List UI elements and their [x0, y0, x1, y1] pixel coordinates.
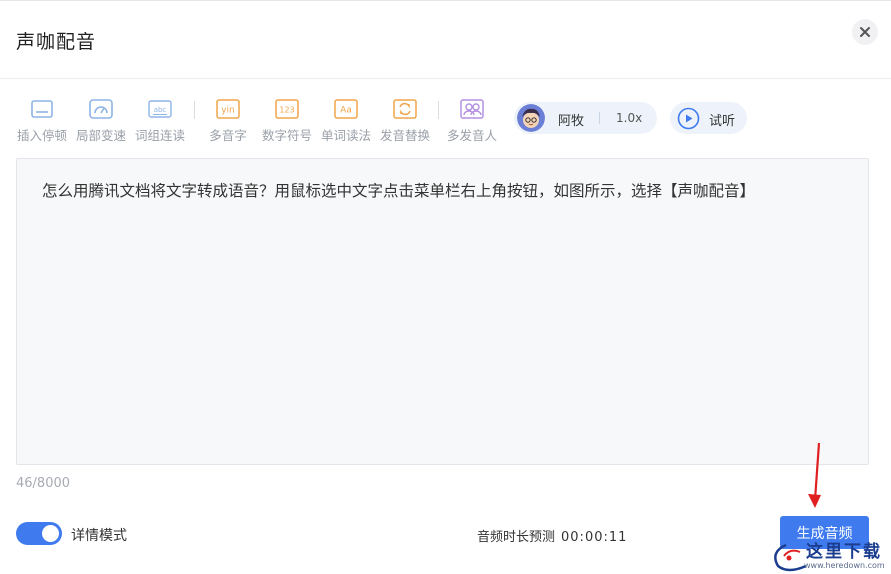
- svg-text:yin: yin: [221, 106, 235, 116]
- preview-button[interactable]: 试听: [670, 102, 747, 134]
- tool-label: 多发音人: [446, 128, 497, 143]
- detail-mode-label: 详情模式: [71, 528, 127, 544]
- tool-label: 单词读法: [320, 128, 371, 143]
- voice-pill-divider: [599, 112, 600, 124]
- tool-label: 插入停顿: [16, 128, 67, 143]
- pronunciation-swap-tool[interactable]: 发音替换: [375, 93, 435, 144]
- close-icon: [860, 27, 870, 37]
- insert-pause-tool[interactable]: 插入停顿: [12, 93, 72, 144]
- text-editor[interactable]: 怎么用腾讯文档将文字转成语音？用鼠标选中文字点击菜单栏右上角按钮，如图所示，选择…: [16, 158, 869, 465]
- pronunciation-swap-icon: [393, 99, 417, 119]
- toolbar: 插入停顿 局部变速 abc 词组连读 yin 多音字 123 数字符号 Aa 单…: [0, 93, 891, 149]
- preview-label: 试听: [709, 114, 736, 129]
- multi-speaker-tool[interactable]: 多发音人: [442, 93, 502, 144]
- speed-change-tool[interactable]: 局部变速: [71, 93, 131, 144]
- toolbar-divider: [438, 101, 439, 119]
- duration-label: 音频时长预测: [477, 530, 556, 545]
- word-reading-tool[interactable]: Aa 单词读法: [316, 93, 376, 144]
- insert-pause-icon: [31, 100, 53, 118]
- watermark-brand: 这里下载: [806, 542, 882, 562]
- tool-label: 发音替换: [379, 128, 430, 143]
- dubbing-dialog: 声咖配音 插入停顿 局部变速 abc 词组连读 yin 多音字 123 数字符号…: [0, 0, 891, 574]
- voice-selector[interactable]: 阿牧 1.0x: [514, 102, 657, 134]
- phrase-link-tool[interactable]: abc 词组连读: [130, 93, 190, 144]
- duration-estimate: 音频时长预测 00:00:11: [477, 526, 627, 545]
- voice-avatar: [517, 104, 545, 132]
- voice-speed[interactable]: 1.0x: [616, 111, 642, 125]
- tool-label: 词组连读: [134, 128, 185, 143]
- watermark-url: www.heredown.com: [804, 561, 885, 570]
- close-button[interactable]: [852, 19, 878, 45]
- polyphone-icon: yin: [216, 99, 240, 119]
- tool-label: 数字符号: [261, 128, 312, 143]
- detail-mode-toggle[interactable]: [16, 522, 62, 545]
- toggle-knob: [42, 525, 59, 542]
- duration-value: 00:00:11: [561, 530, 628, 545]
- svg-text:123: 123: [279, 106, 294, 115]
- speed-gauge-icon: [89, 99, 113, 119]
- number-symbol-icon: 123: [275, 99, 299, 119]
- tool-label: 局部变速: [75, 128, 126, 143]
- number-symbol-tool[interactable]: 123 数字符号: [257, 93, 317, 144]
- word-reading-icon: Aa: [334, 99, 358, 119]
- tool-label: 多音字: [209, 128, 247, 143]
- character-counter: 46/8000: [16, 476, 71, 491]
- toolbar-divider: [194, 101, 195, 119]
- phrase-link-icon: abc: [148, 100, 172, 118]
- polyphone-tool[interactable]: yin 多音字: [198, 93, 258, 144]
- dialog-header: 声咖配音: [0, 1, 891, 79]
- voice-name: 阿牧: [558, 114, 585, 129]
- editor-content[interactable]: 怎么用腾讯文档将文字转成语音？用鼠标选中文字点击菜单栏右上角按钮，如图所示，选择…: [42, 179, 755, 201]
- svg-text:abc: abc: [154, 106, 167, 114]
- svg-text:Aa: Aa: [340, 106, 352, 116]
- multi-speaker-icon: [460, 99, 484, 119]
- play-icon: [677, 107, 700, 130]
- dialog-title: 声咖配音: [16, 31, 97, 53]
